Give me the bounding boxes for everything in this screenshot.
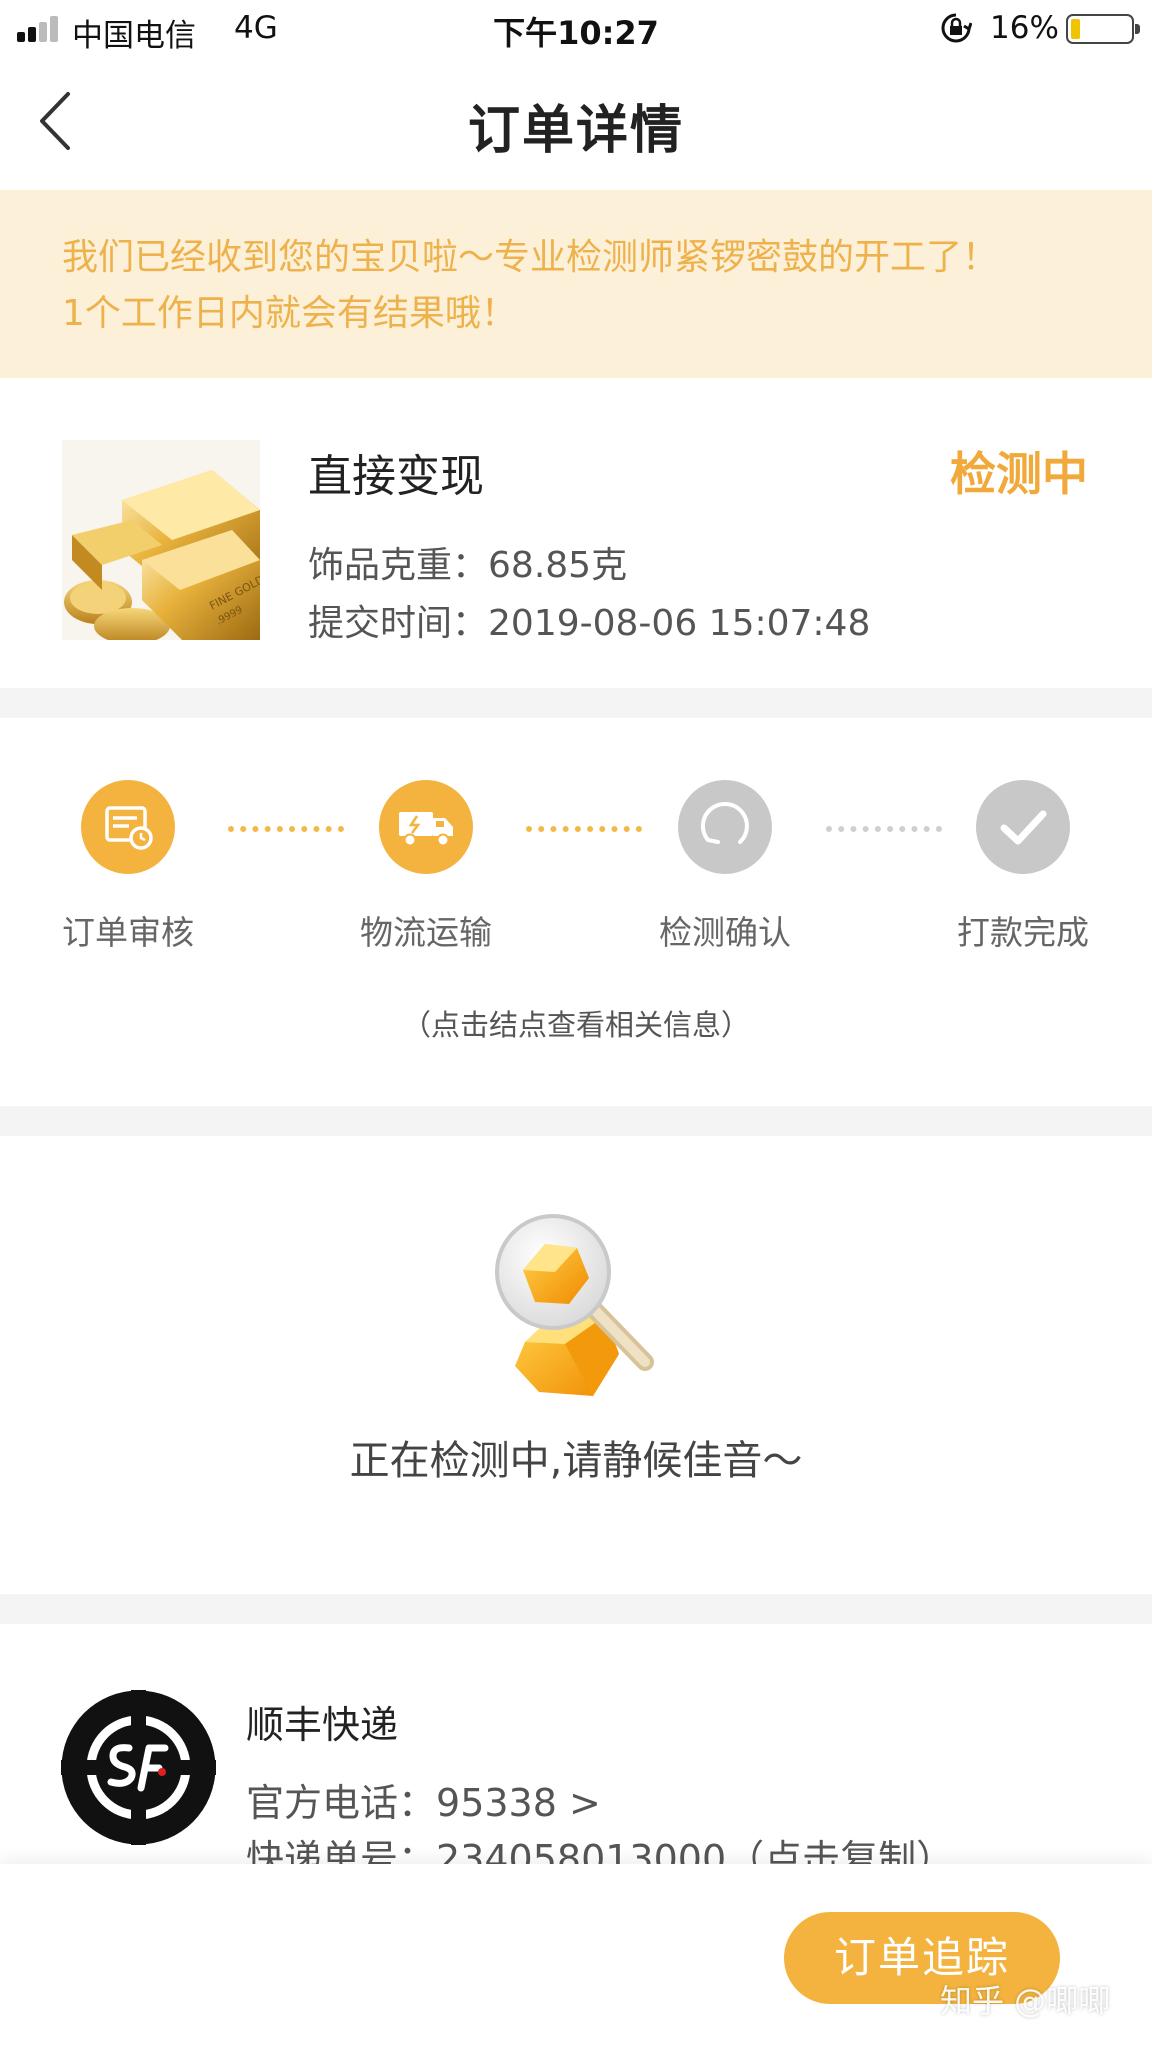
step-logistics[interactable]: 物流运输 — [351, 780, 501, 954]
step-order-review[interactable]: 订单审核 — [53, 780, 203, 954]
section-divider — [0, 1106, 1152, 1136]
bottom-bar: 订单追踪 知乎 @唧唧 — [0, 1864, 1152, 2048]
magnifier-gem-icon — [495, 1214, 654, 1396]
notice-banner: 我们已经收到您的宝贝啦～专业检测师紧锣密鼓的开工了！ 1个工作日内就会有结果哦！ — [0, 190, 1152, 378]
status-badge: 检测中 — [950, 447, 1088, 501]
product-card[interactable]: FINE GOLD .9999 直接变现 检测中 饰品克重：68.85克 提交时… — [0, 378, 1152, 688]
battery-icon — [1066, 14, 1140, 44]
step-payment[interactable]: 打款完成 — [948, 780, 1098, 954]
status-bar: 中国电信 4G 下午10:27 16% — [0, 0, 1152, 58]
clock: 下午10:27 — [493, 14, 659, 52]
inspect-icon — [678, 780, 772, 874]
battery-level — [1071, 19, 1080, 39]
progress-steps: 订单审核 物流运输 检测确认 打款完成 （点击结点查看相关信息） — [0, 718, 1152, 1106]
step-connector — [228, 826, 344, 832]
order-review-icon — [81, 780, 175, 874]
step-connector — [526, 826, 642, 832]
phone-label: 官方电话： — [246, 1781, 437, 1825]
step-label: 检测确认 — [659, 913, 791, 952]
submit-time-label: 提交时间： — [308, 603, 489, 644]
steps-hint: （点击结点查看相关信息） — [401, 1008, 750, 1042]
tracking-value: 234058013000（点击复制） — [436, 1837, 955, 1864]
section-divider — [0, 1594, 1152, 1624]
tracking-number[interactable]: 快递单号：234058013000（点击复制） — [246, 1828, 954, 1864]
page-title: 订单详情 — [467, 101, 684, 161]
nav-bar: 订单详情 — [0, 58, 1152, 190]
step-label: 打款完成 — [957, 913, 1089, 952]
step-label: 物流运输 — [360, 913, 492, 952]
phone-value: 95338 > — [436, 1781, 601, 1825]
watermark: 知乎 @唧唧 — [940, 1982, 1111, 2020]
step-label: 订单审核 — [62, 913, 194, 952]
submit-time-value: 2019-08-06 15:07:48 — [488, 603, 871, 644]
weight-value: 68.85克 — [488, 545, 628, 586]
section-divider — [0, 688, 1152, 718]
battery-percent: 16% — [990, 10, 1059, 46]
product-name: 直接变现 — [308, 451, 484, 502]
weight-label: 饰品克重： — [308, 545, 489, 586]
courier-name: 顺丰快递 — [246, 1703, 399, 1747]
gold-bars-image: FINE GOLD .9999 — [62, 440, 260, 640]
step-inspection[interactable]: 检测确认 — [650, 780, 800, 954]
tracking-label: 快递单号： — [246, 1837, 437, 1864]
detect-status: 正在检测中,请静候佳音～ — [0, 1136, 1152, 1594]
step-connector — [826, 826, 942, 832]
courier-phone[interactable]: 官方电话：95338 > — [246, 1772, 601, 1827]
notice-line-1: 我们已经收到您的宝贝啦～专业检测师紧锣密鼓的开工了！ — [62, 237, 999, 278]
notice-line-2: 1个工作日内就会有结果哦！ — [62, 293, 517, 334]
submit-time-row: 提交时间：2019-08-06 15:07:48 — [308, 594, 870, 646]
sf-express-logo — [61, 1690, 216, 1845]
courier-card: 顺丰快递 官方电话：95338 > 快递单号：234058013000（点击复制… — [0, 1624, 1152, 1864]
truck-icon — [379, 780, 473, 874]
weight-row: 饰品克重：68.85克 — [308, 536, 627, 588]
detect-message: 正在检测中,请静候佳音～ — [349, 1438, 803, 1484]
rotation-lock-icon — [941, 13, 972, 43]
check-icon — [976, 780, 1070, 874]
